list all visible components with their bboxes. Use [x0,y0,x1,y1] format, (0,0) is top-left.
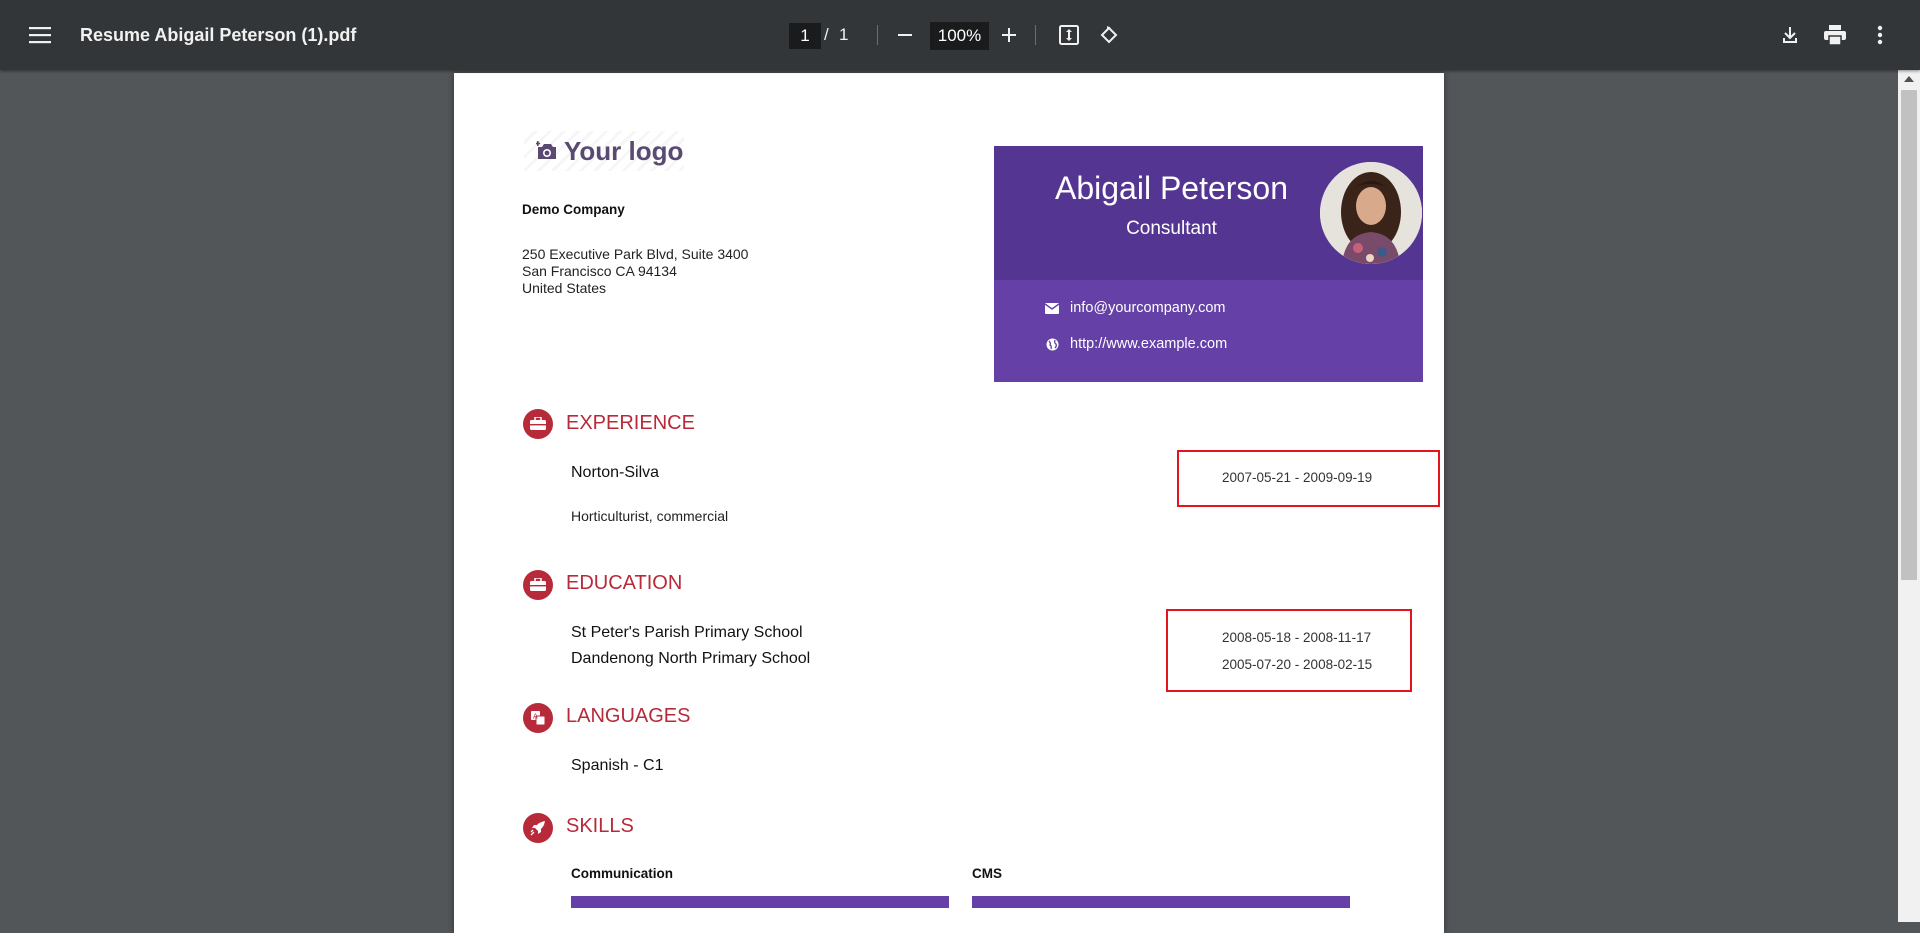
download-icon[interactable] [1778,23,1802,47]
skill-level-bar [571,896,949,908]
pdf-page: Your logo Demo Company 250 Executive Par… [454,73,1444,933]
language-icon: A [523,703,553,733]
education-school: Dandenong North Primary School [571,650,811,667]
rotate-icon[interactable] [1097,23,1121,47]
website-text: http://www.example.com [1070,336,1228,352]
zoom-level-input[interactable] [930,22,989,50]
candidate-photo [1320,162,1422,264]
toolbar-divider [1035,25,1036,45]
section-title-education: EDUCATION [566,572,683,594]
experience-description: Horticulturist, commercial [571,508,729,524]
page-number-input[interactable] [789,23,821,49]
candidate-job-title: Consultant [1126,218,1217,239]
skill-name: Communication [571,866,674,881]
highlight-box [1166,609,1412,692]
skill-level-fill [571,896,949,908]
more-options-icon[interactable] [1870,23,1890,47]
education-dates: 2008-05-18 - 2008-11-17 [1222,630,1372,645]
zoom-in-icon[interactable] [997,23,1021,47]
education-dates: 2005-07-20 - 2008-02-15 [1222,657,1373,672]
rocket-icon [523,813,553,843]
page-total: 1 [839,25,849,44]
skill-level-fill [972,896,1350,908]
contact-email: info@yourcompany.com [1042,300,1226,316]
briefcase-icon [523,570,553,600]
section-title-languages: LANGUAGES [566,705,691,727]
svg-text:A: A [533,713,538,721]
document-title: Resume Abigail Peterson (1).pdf [80,25,357,45]
section-title-experience: EXPERIENCE [566,412,695,434]
pdf-toolbar: Resume Abigail Peterson (1).pdf / 1 [0,0,1920,70]
education-school: St Peter's Parish Primary School [571,624,803,641]
address-line: 250 Executive Park Blvd, Suite 3400 [522,246,749,262]
page-separator: / [824,25,829,44]
candidate-name: Abigail Peterson [1054,170,1289,206]
company-name: Demo Company [522,202,625,217]
candidate-header-card: Abigail Peterson Consultant info@yourcom… [994,146,1423,382]
zoom-out-icon[interactable] [893,23,917,47]
print-icon[interactable] [1822,22,1848,48]
envelope-icon [1042,302,1062,314]
toolbar-divider [877,25,878,45]
company-logo: Your logo [524,131,684,171]
briefcase-icon [523,409,553,439]
logo-text: Your logo [564,135,684,166]
globe-icon [1042,338,1062,351]
address-line: San Francisco CA 94134 [522,263,677,279]
camera-icon [536,141,558,161]
contact-website: http://www.example.com [1042,336,1227,352]
scroll-up-arrow-icon[interactable] [1898,72,1920,86]
section-title-skills: SKILLS [566,815,634,837]
experience-employer: Norton-Silva [571,464,660,481]
experience-dates: 2007-05-21 - 2009-09-19 [1222,470,1373,485]
language-entry: Spanish - C1 [571,757,664,774]
skill-level-bar [972,896,1350,908]
scrollbar-thumb[interactable] [1901,90,1917,580]
card-contact-panel [994,280,1423,382]
fit-to-page-icon[interactable] [1057,23,1081,47]
address-line: United States [522,280,607,296]
skill-name: CMS [972,866,1002,881]
email-text: info@yourcompany.com [1070,300,1226,316]
menu-icon[interactable] [24,19,56,51]
